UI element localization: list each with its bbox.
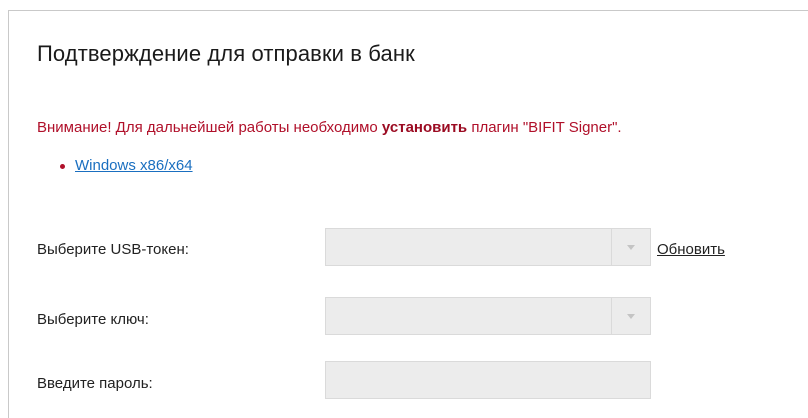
warning-text-prefix: Внимание! Для дальнейшей работы необходи… <box>37 119 382 136</box>
refresh-tokens-link[interactable]: Обновить <box>657 241 725 258</box>
plugin-download-list: Windows x86/x64 <box>60 157 193 174</box>
chevron-down-icon <box>627 313 635 319</box>
usb-token-label: Выберите USB-токен: <box>37 241 189 258</box>
key-dropdown-toggle[interactable] <box>611 298 650 334</box>
key-select[interactable] <box>325 297 651 335</box>
confirmation-dialog: Подтверждение для отправки в банк Вниман… <box>8 10 808 418</box>
usb-token-select[interactable] <box>325 228 651 266</box>
windows-download-link[interactable]: Windows x86/x64 <box>75 157 193 174</box>
warning-text-suffix: плагин "BIFIT Signer". <box>467 119 622 136</box>
warning-text-emphasis: установить <box>381 119 468 136</box>
usb-token-dropdown-toggle[interactable] <box>611 229 650 265</box>
password-field[interactable] <box>325 361 651 399</box>
list-item: Windows x86/x64 <box>60 157 193 174</box>
password-label: Введите пароль: <box>37 375 153 392</box>
plugin-warning-message: Внимание! Для дальнейшей работы необходи… <box>37 119 622 136</box>
bullet-icon <box>60 164 65 169</box>
chevron-down-icon <box>627 244 635 250</box>
key-label: Выберите ключ: <box>37 311 149 328</box>
dialog-title: Подтверждение для отправки в банк <box>37 41 415 66</box>
